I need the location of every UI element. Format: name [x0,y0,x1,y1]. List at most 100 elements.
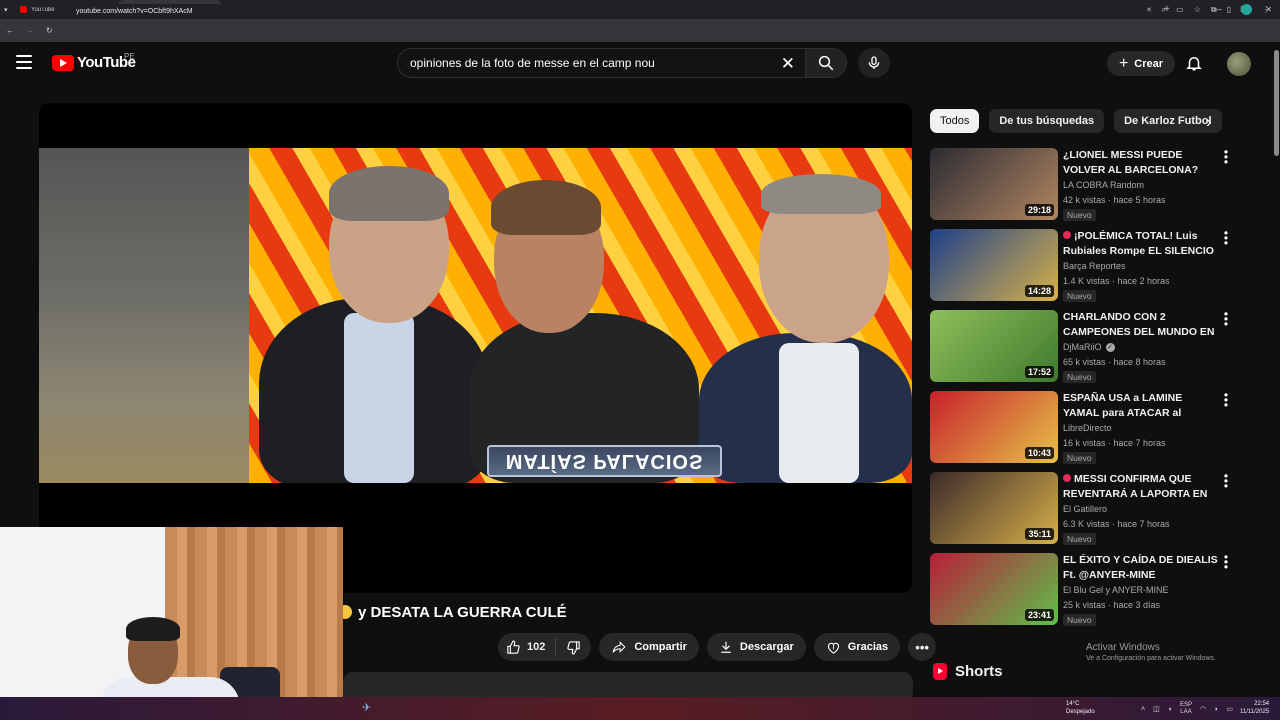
like-button[interactable]: 102 [498,638,557,656]
activation-title: Activar Windows [1086,642,1160,653]
clock[interactable]: 22:54 11/11/2025 [1240,700,1269,716]
create-label: Crear [1134,57,1164,70]
volume-icon[interactable]: ◗ [1214,706,1218,713]
search-button[interactable] [805,48,847,78]
hamburger-menu-icon[interactable] [16,55,32,69]
more-vertical-icon[interactable]: • • • [1223,551,1229,573]
create-button[interactable]: + Crear [1107,51,1175,76]
weather-widget[interactable]: 14°C Despejado [1066,700,1095,716]
more-horizontal-icon: ••• [915,639,929,655]
tab-search-icon[interactable]: ▾ [0,6,14,14]
recommended-video-title[interactable]: ESPAÑA USA a LAMINE YAMAL para ATACAR al… [1063,391,1218,421]
thanks-button[interactable]: Gracias [813,633,901,661]
filter-chip[interactable]: Todos [930,109,980,133]
close-tab-icon[interactable]: ✕ [1146,6,1152,14]
recommended-video-title-text: CHARLANDO CON 2 CAMPEONES DEL MUNDO EN .… [1063,311,1215,338]
address-bar: ← → ↻ [0,19,1280,42]
url-field[interactable]: youtube.com/watch?v=OCbft9hXAcM [66,4,1146,19]
recommended-video[interactable]: 35:11 MESSI CONFIRMA QUE REVENTARÁ A LAPO… [930,470,1240,546]
more-vertical-icon[interactable]: • • • [1223,470,1229,492]
scrollbar-thumb[interactable] [1274,50,1279,156]
recommended-video-title-text: ¡POLÉMICA TOTAL! Luis Rubiales Rompe EL … [1063,230,1214,257]
forward-icon[interactable]: → [26,26,34,35]
recommended-video[interactable]: 17:52 CHARLANDO CON 2 CAMPEONES DEL MUNDO… [930,308,1240,384]
channel-name-text: El Blu Gel y ANYER-MINE [1063,585,1169,595]
video-thumbnail[interactable]: 17:52 [930,310,1058,382]
video-thumbnail[interactable]: 35:11 [930,472,1058,544]
channel-name-text: DjMaRiiO [1063,342,1102,352]
view-count-and-age: 6.3 K vistas · hace 7 horas [1063,519,1170,529]
speaker-icon[interactable]: ◖ [1168,706,1172,713]
video-player[interactable]: MATÍAS PALACIOS [39,103,912,593]
menu-icon[interactable]: ⋮ [1262,5,1270,14]
filter-chip[interactable]: De tus búsquedas [989,109,1105,133]
language-indicator[interactable]: ESP LAA [1180,702,1192,716]
clear-search-icon[interactable]: ✕ [781,54,795,74]
extensions-icon[interactable]: ⧉ [1211,5,1217,15]
steam-app-icon[interactable]: ✈ [362,701,376,715]
chevron-right-icon[interactable]: › [1206,112,1212,132]
cast-icon[interactable]: ▭ [1176,5,1184,14]
video-duration: 35:11 [1025,528,1054,540]
recommended-video[interactable]: 10:43 ESPAÑA USA a LAMINE YAMAL para ATAC… [930,389,1240,465]
windows-activation-watermark: Activar Windows Ve a Configuración para … [1086,642,1216,662]
more-vertical-icon[interactable]: • • • [1223,146,1229,168]
recommended-video-title[interactable]: ¿LIONEL MESSI PUEDE VOLVER AL BARCELONA?… [1063,148,1218,178]
dislike-button[interactable] [556,640,591,655]
recommended-video[interactable]: 14:28 ¡POLÉMICA TOTAL! Luis Rubiales Romp… [930,227,1240,303]
plus-icon: + [1118,54,1129,72]
recommended-video-title[interactable]: MESSI CONFIRMA QUE REVENTARÁ A LAPORTA E… [1063,472,1218,502]
recommended-video-title-text: ¿LIONEL MESSI PUEDE VOLVER AL BARCELONA?… [1063,149,1199,176]
wifi-icon[interactable]: ◠ [1200,705,1206,713]
video-thumbnail[interactable]: 10:43 [930,391,1058,463]
webcam-overlay [0,527,343,720]
reload-icon[interactable]: ↻ [46,26,53,35]
video-thumbnail[interactable]: 14:28 [930,229,1058,301]
voice-search-button[interactable] [858,48,890,78]
bookmark-star-icon[interactable]: ☆ [1194,5,1201,14]
more-vertical-icon[interactable]: • • • [1223,389,1229,411]
new-badge: Nuevo [1063,290,1096,302]
battery-icon[interactable]: ▭ [1226,705,1233,713]
video-thumbnail[interactable]: 29:18 [930,148,1058,220]
recommended-video-title[interactable]: ¡POLÉMICA TOTAL! Luis Rubiales Rompe EL … [1063,229,1218,259]
more-vertical-icon[interactable]: • • • [1223,308,1229,330]
video-thumbnail[interactable]: 23:41 [930,553,1058,625]
search-input[interactable]: opiniones de la foto de messe en el camp… [397,48,807,78]
channel-name[interactable]: DjMaRiiO ✓ [1063,342,1115,352]
channel-name[interactable]: LibreDirecto [1063,423,1112,433]
recommended-video-title[interactable]: CHARLANDO CON 2 CAMPEONES DEL MUNDO EN .… [1063,310,1218,340]
video-person-shirt [344,313,414,483]
red-dot-icon [1063,231,1071,239]
notifications-button[interactable] [1185,53,1203,78]
new-badge: Nuevo [1063,371,1096,383]
share-button[interactable]: Compartir [599,633,699,661]
view-count-and-age: 16 k vistas · hace 7 horas [1063,438,1166,448]
channel-name[interactable]: El Blu Gel y ANYER-MINE [1063,585,1169,595]
thanks-label: Gracias [847,641,889,653]
zoom-icon[interactable]: ⌕ [1162,5,1166,15]
user-avatar[interactable] [1227,52,1251,76]
verified-check-icon: ✓ [1105,342,1115,352]
more-actions-button[interactable]: ••• [908,633,937,661]
download-button[interactable]: Descargar [706,633,806,661]
profile-avatar[interactable] [1241,4,1252,15]
channel-name[interactable]: LA COBRA Random [1063,180,1144,190]
url-text: youtube.com/watch?v=OCbft9hXAcM [76,8,193,15]
recommended-video[interactable]: 23:41 EL ÉXITO Y CAÍDA DE DIEALIS Ft. @AN… [930,551,1240,627]
recommended-video[interactable]: 29:18 ¿LIONEL MESSI PUEDE VOLVER AL BARCE… [930,146,1240,222]
download-label: Descargar [739,641,794,653]
video-scene-stadium [39,148,249,483]
thumbs-up-icon [507,640,520,654]
youtube-logo[interactable]: YouTube [52,54,136,71]
search-query: opiniones de la foto de messe en el camp… [410,56,655,70]
channel-name[interactable]: Barça Reportes [1063,261,1126,271]
chevron-up-icon[interactable]: ˄ [1141,706,1145,713]
sidebar-icon[interactable]: ▯ [1227,5,1231,14]
network-icon[interactable]: ◫ [1153,705,1160,713]
recommended-video-title[interactable]: EL ÉXITO Y CAÍDA DE DIEALIS Ft. @ANYER-M… [1063,553,1218,583]
more-vertical-icon[interactable]: • • • [1223,227,1229,249]
weather-desc: Despejado [1066,709,1095,715]
back-icon[interactable]: ← [6,26,14,35]
channel-name[interactable]: El Gatillero [1063,504,1107,514]
